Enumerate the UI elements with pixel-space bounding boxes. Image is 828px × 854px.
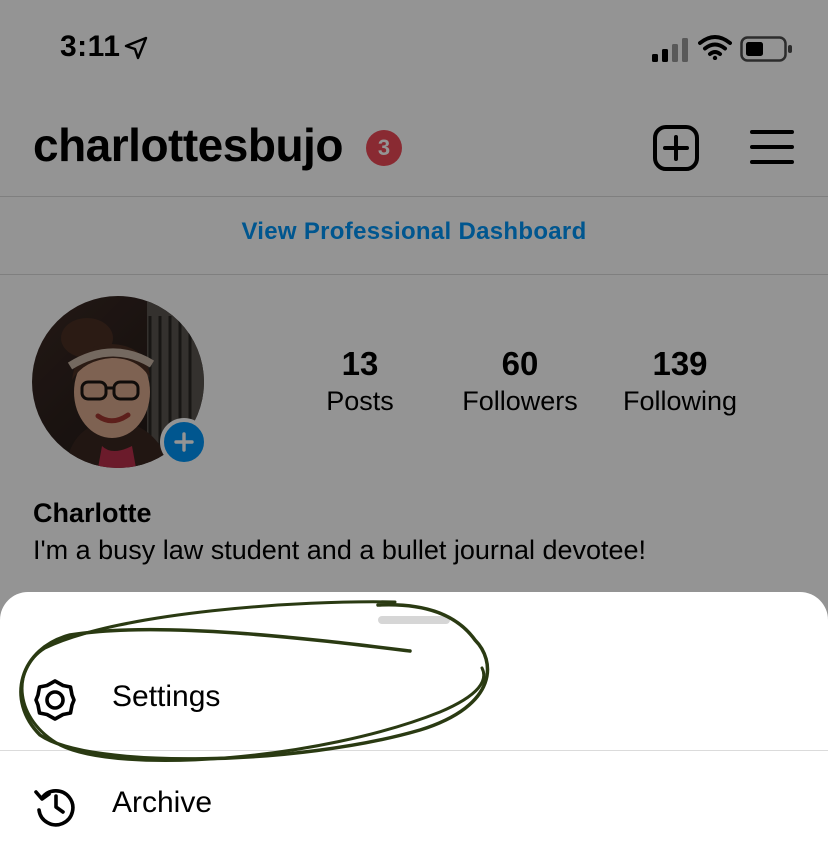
menu-bottom-sheet: Settings Archive [0,592,828,852]
menu-item-archive[interactable]: Archive [0,754,828,854]
settings-gear-icon [34,679,76,721]
archive-history-icon [34,789,75,827]
settings-label: Settings [112,680,221,713]
sheet-divider [0,750,828,751]
menu-item-settings[interactable]: Settings [0,648,828,748]
archive-label: Archive [112,786,213,819]
sheet-grab-handle[interactable] [378,616,450,624]
